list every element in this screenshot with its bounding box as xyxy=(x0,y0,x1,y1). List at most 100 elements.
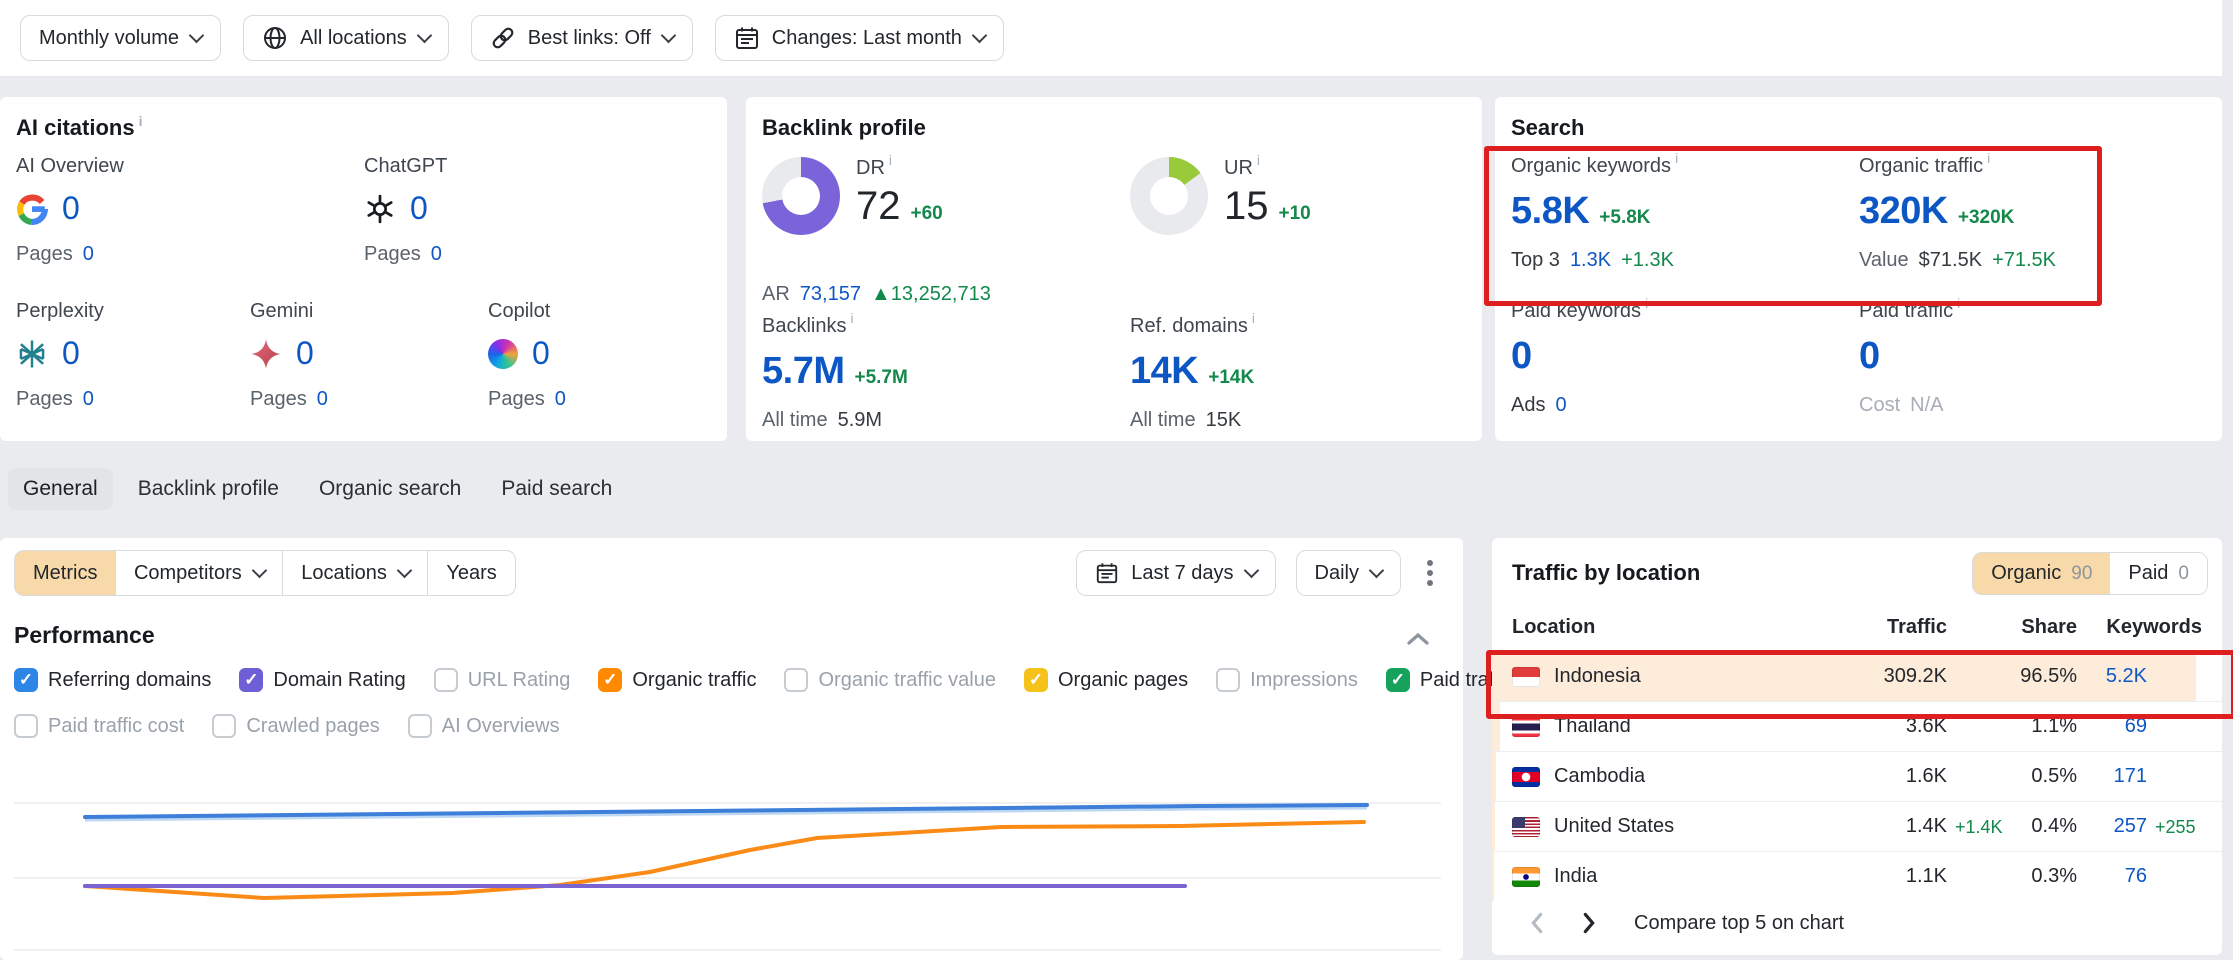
provider-name: Gemini xyxy=(250,300,500,323)
ads-value[interactable]: 0 xyxy=(1555,394,1566,417)
monthly-volume-dropdown[interactable]: Monthly volume xyxy=(20,15,221,61)
metric-checkbox-label: Impressions xyxy=(1250,669,1358,692)
organic-keywords-block: Organic keywordsi 5.8K +5.8K Top 3 1.3K … xyxy=(1511,155,1761,272)
metric-checkbox-crawled-pages[interactable]: Crawled pages xyxy=(212,714,379,738)
metric-checkbox-url-rating[interactable]: URL Rating xyxy=(434,668,571,692)
info-icon[interactable]: i xyxy=(1957,295,1960,311)
calendar-icon xyxy=(1095,561,1119,585)
checkbox-unchecked-icon xyxy=(14,714,38,738)
locations-dropdown[interactable]: All locations xyxy=(243,15,449,61)
organic-traffic-delta: +320K xyxy=(1958,207,2015,229)
info-icon[interactable]: i xyxy=(1987,150,1990,166)
segment-years[interactable]: Years xyxy=(427,550,515,596)
keywords-link[interactable]: 5.2K xyxy=(2087,665,2147,688)
provider-value[interactable]: 0 xyxy=(532,335,550,372)
ref-domains-value[interactable]: 14K xyxy=(1130,350,1198,393)
provider-value[interactable]: 0 xyxy=(410,190,428,227)
ur-value: 15 xyxy=(1224,184,1269,229)
provider-value[interactable]: 0 xyxy=(62,190,80,227)
keywords-link[interactable]: 257 xyxy=(2087,815,2147,838)
traffic-table-body: Indonesia309.2K96.5%5.2KThailand3.6K1.1%… xyxy=(1492,652,2222,901)
checkbox-checked-icon: ✓ xyxy=(1386,668,1410,692)
tab-paid-search[interactable]: Paid search xyxy=(486,468,627,510)
info-icon[interactable]: i xyxy=(850,310,853,326)
compare-top5-link[interactable]: Compare top 5 on chart xyxy=(1634,912,1844,935)
pages-value[interactable]: 0 xyxy=(555,388,566,411)
chevron-down-icon xyxy=(1243,563,1259,579)
metric-checkbox-referring-domains[interactable]: ✓Referring domains xyxy=(14,668,211,692)
info-icon[interactable]: i xyxy=(1252,310,1255,326)
granularity-dropdown[interactable]: Daily xyxy=(1296,550,1401,596)
traffic-row-united-states[interactable]: United States1.4K+1.4K0.4%257+255 xyxy=(1492,802,2222,852)
tab-organic-search[interactable]: Organic search xyxy=(304,468,476,510)
toggle-organic[interactable]: Organic 90 xyxy=(1973,553,2110,594)
metric-checkbox-domain-rating[interactable]: ✓ Domain Rating xyxy=(239,668,405,692)
metric-checkbox-organic-pages[interactable]: ✓Organic pages xyxy=(1024,668,1188,692)
collapse-chevron-up-icon[interactable] xyxy=(1405,630,1431,648)
traffic-row-thailand[interactable]: Thailand3.6K1.1%69 xyxy=(1492,702,2222,752)
more-options-kebab-icon[interactable] xyxy=(1421,554,1439,592)
tab-backlink-profile[interactable]: Backlink profile xyxy=(123,468,294,510)
metric-checkbox-ai-overviews[interactable]: AI Overviews xyxy=(408,714,560,738)
next-page-chevron-right-icon[interactable] xyxy=(1572,912,1606,934)
tab-general[interactable]: General xyxy=(8,468,113,510)
organic-keywords-value[interactable]: 5.8K xyxy=(1511,190,1589,233)
provider-copilot: Copilot 0 Pages 0 xyxy=(488,300,738,411)
top-toolbar: Monthly volume All locations Best links:… xyxy=(0,0,2222,77)
traffic-row-indonesia[interactable]: Indonesia309.2K96.5%5.2K xyxy=(1492,652,2222,702)
metric-checkbox-organic-traffic-value[interactable]: Organic traffic value xyxy=(784,668,996,692)
segment-locations[interactable]: Locations xyxy=(282,550,429,596)
header-divider xyxy=(1508,650,2206,651)
info-icon[interactable]: i xyxy=(139,113,143,129)
metric-checkbox-impressions[interactable]: Impressions xyxy=(1216,668,1358,692)
paid-keywords-value[interactable]: 0 xyxy=(1511,335,1532,378)
organic-count: 90 xyxy=(2071,563,2092,585)
traffic-value: 309.2K xyxy=(1822,665,1947,688)
segment-competitors[interactable]: Competitors xyxy=(115,550,284,596)
ar-value[interactable]: 73,157 xyxy=(800,283,861,306)
checkbox-checked-icon: ✓ xyxy=(14,668,38,692)
info-icon[interactable]: i xyxy=(1645,295,1648,311)
dr-block: DRi 72 +60 xyxy=(762,157,943,235)
backlinks-value[interactable]: 5.7M xyxy=(762,350,844,393)
traffic-row-india[interactable]: India1.1K0.3%76 xyxy=(1492,852,2222,901)
value-amount: $71.5K xyxy=(1919,249,1982,272)
column-location: Location xyxy=(1512,616,1595,639)
keywords-link[interactable]: 76 xyxy=(2087,865,2147,888)
paid-traffic-value[interactable]: 0 xyxy=(1859,335,1880,378)
best-links-dropdown[interactable]: Best links: Off xyxy=(471,15,693,61)
organic-keywords-label: Organic keywords xyxy=(1511,155,1671,177)
top3-value[interactable]: 1.3K xyxy=(1570,249,1611,272)
provider-value[interactable]: 0 xyxy=(62,335,80,372)
metric-checkbox-paid-traffic-cost[interactable]: Paid traffic cost xyxy=(14,714,184,738)
chatgpt-icon xyxy=(364,193,396,225)
segment-metrics[interactable]: Metrics xyxy=(14,550,116,596)
toggle-paid[interactable]: Paid 0 xyxy=(2110,553,2207,594)
keywords-link[interactable]: 69 xyxy=(2087,715,2147,738)
metric-checkbox-label: Domain Rating xyxy=(273,669,405,692)
dr-value: 72 xyxy=(856,184,901,229)
pages-value[interactable]: 0 xyxy=(83,243,94,266)
checkbox-checked-icon: ✓ xyxy=(239,668,263,692)
performance-line-chart[interactable] xyxy=(14,778,1449,960)
pages-value[interactable]: 0 xyxy=(431,243,442,266)
dr-label: DR xyxy=(856,157,885,179)
pages-value[interactable]: 0 xyxy=(83,388,94,411)
metric-checkbox-label: Crawled pages xyxy=(246,715,379,738)
date-range-dropdown[interactable]: Last 7 days xyxy=(1076,550,1275,596)
changes-dropdown[interactable]: Changes: Last month xyxy=(715,15,1004,61)
flag-icon-in xyxy=(1512,867,1540,887)
checkbox-unchecked-icon xyxy=(784,668,808,692)
top3-label: Top 3 xyxy=(1511,249,1560,272)
pages-value[interactable]: 0 xyxy=(317,388,328,411)
info-icon[interactable]: i xyxy=(1675,150,1678,166)
info-icon[interactable]: i xyxy=(889,152,892,168)
traffic-row-cambodia[interactable]: Cambodia1.6K0.5%171 xyxy=(1492,752,2222,802)
prev-page-chevron-left-icon[interactable] xyxy=(1520,912,1554,934)
keywords-delta: +255 xyxy=(2155,817,2210,838)
keywords-link[interactable]: 171 xyxy=(2087,765,2147,788)
metric-checkbox-organic-traffic[interactable]: ✓Organic traffic xyxy=(598,668,756,692)
info-icon[interactable]: i xyxy=(1257,152,1260,168)
provider-value[interactable]: 0 xyxy=(296,335,314,372)
organic-traffic-value[interactable]: 320K xyxy=(1859,190,1948,233)
